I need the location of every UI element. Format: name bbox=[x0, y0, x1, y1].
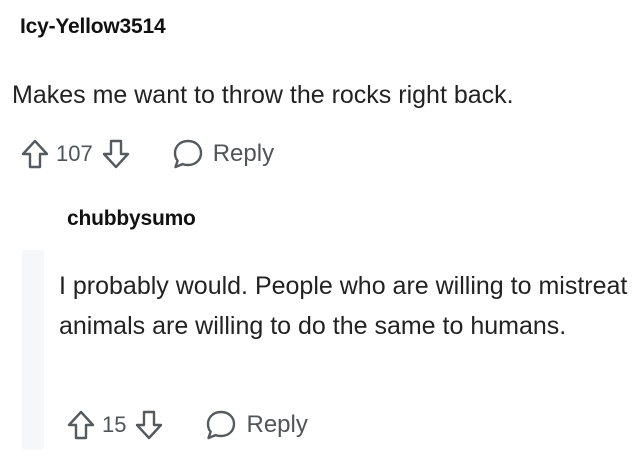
comment-body: I probably would. People who are willing… bbox=[59, 272, 628, 340]
arrow-up-outline-icon bbox=[21, 139, 49, 169]
comment-actions: 107 Reply bbox=[20, 137, 274, 171]
comment-author[interactable]: chubbysumo bbox=[67, 207, 196, 231]
comment-body: Makes me want to throw the rocks right b… bbox=[12, 81, 514, 109]
comment-thread: Icy-Yellow3514 Makes me want to throw th… bbox=[0, 0, 640, 469]
thread-indent-line[interactable] bbox=[22, 250, 44, 450]
speech-bubble-icon bbox=[207, 410, 236, 440]
arrow-down-outline-icon bbox=[102, 139, 129, 169]
speech-bubble-icon bbox=[173, 139, 202, 169]
vote-score: 107 bbox=[56, 141, 93, 166]
upvote-button[interactable] bbox=[66, 408, 96, 442]
reply-button[interactable]: Reply bbox=[204, 408, 308, 442]
arrow-down-outline-icon bbox=[136, 410, 163, 440]
arrow-up-outline-icon bbox=[67, 410, 95, 440]
upvote-button[interactable] bbox=[20, 137, 50, 171]
reply-label: Reply bbox=[212, 140, 275, 167]
comment-author[interactable]: Icy-Yellow3514 bbox=[20, 15, 166, 39]
comment-actions: 15 Reply bbox=[66, 408, 308, 442]
vote-score: 15 bbox=[102, 412, 127, 437]
downvote-button[interactable] bbox=[134, 408, 164, 442]
downvote-button[interactable] bbox=[101, 137, 131, 171]
reply-label: Reply bbox=[246, 411, 308, 438]
reply-button[interactable]: Reply bbox=[171, 137, 274, 171]
